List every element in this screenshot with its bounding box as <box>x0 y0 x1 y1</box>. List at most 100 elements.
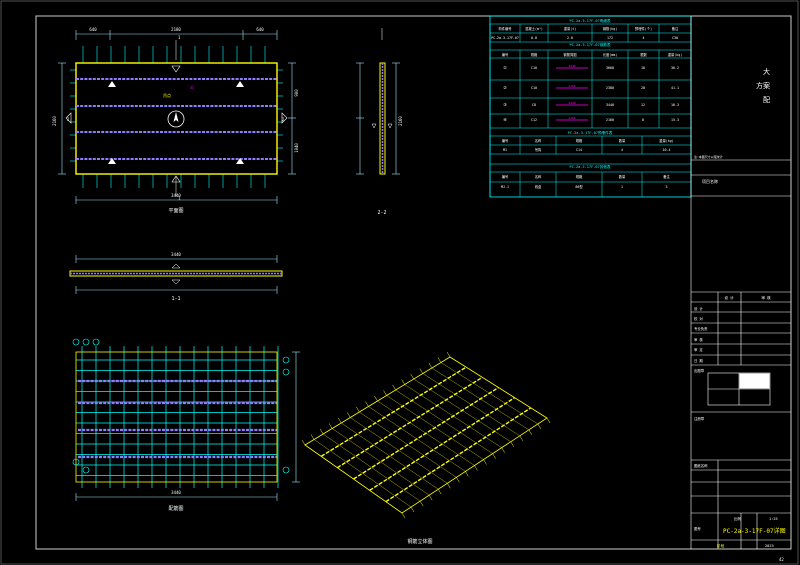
table-cell: 备注 <box>672 26 679 31</box>
iso-stub <box>310 434 315 440</box>
table-cell: 2160 <box>568 116 575 120</box>
rebar-tag-icon <box>92 338 100 346</box>
table-cell: 编号 <box>502 52 509 57</box>
plan-lift-points <box>108 81 244 164</box>
iso-stub <box>546 417 551 424</box>
iso-stub <box>410 373 414 380</box>
section-mark-top: 1 <box>178 35 181 40</box>
rebar-horizontal-bars <box>75 351 278 483</box>
iso-slab-outline <box>304 356 548 514</box>
rebar-tag-icon <box>282 356 290 364</box>
table-cell: C30 <box>672 36 678 40</box>
sheet-no: 2023 <box>765 544 774 548</box>
table-cell: 86型 <box>575 184 583 189</box>
drawing-no-label: 图号 <box>694 526 701 531</box>
table-cell: 规格 <box>576 174 583 179</box>
drawing-name: PC-2a-3-17F-07详图 <box>723 527 786 535</box>
table-cell: 8 <box>642 118 644 122</box>
sheet-inner-border <box>35 15 792 550</box>
rebar-bar <box>385 407 532 503</box>
table-cell: 数量 <box>619 138 626 143</box>
lift-point-icon <box>108 81 116 87</box>
dim-top-mid: 2180 <box>171 27 181 32</box>
iso-stub <box>383 390 387 396</box>
col-left: 设 计 <box>724 295 734 300</box>
table-cell: ③ <box>503 102 507 107</box>
iso-stub <box>510 441 514 447</box>
table-cell: 3 <box>666 185 668 189</box>
table1-title: PC-2a-3-17F-07明细表 <box>569 18 610 23</box>
iso-stub <box>392 384 396 391</box>
plan-view: 640 2180 640 1 1 2 2 ⑤ 吊点 2160 900 1040 … <box>52 27 299 214</box>
section-1-title: 1-1 <box>171 296 180 302</box>
rebar-bar <box>353 386 499 480</box>
table-cell: 重量(kg) <box>668 52 683 57</box>
iso-stub <box>347 412 351 418</box>
rebar-tag-icon <box>82 466 90 474</box>
table-cell: C12 <box>531 118 537 122</box>
rebar-bar <box>313 439 412 508</box>
table-cell: 3440 <box>568 64 575 68</box>
page-corner-number: 42 <box>779 557 784 562</box>
iso-stub <box>438 489 442 495</box>
iso-stub <box>428 495 433 501</box>
tb-row-2: 校 对 <box>694 316 703 321</box>
table-cell: 编号 <box>502 174 509 179</box>
section-2-2-view: 2160 2-2 <box>356 28 403 216</box>
table-cell: 预埋件(个) <box>635 26 652 31</box>
table-cell: 根数 <box>640 52 647 57</box>
table-cell: 2380 <box>606 86 614 90</box>
table-cell: 钢筋(kg) <box>603 26 618 31</box>
section-arrow-icon <box>171 279 181 285</box>
table-cell: MJ-1 <box>501 185 509 189</box>
iso-stub <box>365 401 369 407</box>
dim-rebar-bottom: 3440 <box>171 490 181 495</box>
rebar-bar <box>369 397 516 491</box>
table-cell: 28 <box>641 86 645 90</box>
project-label: 项目名称 <box>702 178 718 184</box>
table-cell: 10.4 <box>663 148 671 152</box>
table-cell: 吊钩 <box>535 147 542 152</box>
iso-stub <box>419 500 424 507</box>
table-cell: 16 <box>641 66 645 70</box>
dim-s1-total: 3440 <box>171 252 181 257</box>
iso-stub <box>328 423 333 429</box>
rebar-tag-icon <box>72 338 80 346</box>
table-cell: 12 <box>641 103 645 107</box>
table-cell: 2160 <box>606 118 614 122</box>
table-cell: 名称 <box>535 138 542 143</box>
cert-label: 注册章 <box>694 416 705 421</box>
table-cell: 规格 <box>576 138 583 143</box>
section-arrow-icon <box>387 123 393 129</box>
table-cell: 线盒 <box>535 184 542 189</box>
section-2-title: 2-2 <box>377 210 386 216</box>
table-cell: C8 <box>532 103 536 107</box>
scale-value: 1:25 <box>769 517 778 521</box>
sheet-title-label: 图纸名称 <box>694 463 708 468</box>
table-cell: 编号 <box>502 138 509 143</box>
table-cell: 钢筋简图 <box>563 52 577 57</box>
tb-row-3: 专业负责 <box>694 326 708 331</box>
iso-title: 钢筋立体图 <box>407 538 432 545</box>
cad-drawing-canvas: 640 2180 640 1 1 2 2 ⑤ 吊点 2160 900 1040 … <box>0 0 799 565</box>
iso-stub <box>437 357 442 363</box>
rebar-tag: ⑤ <box>190 85 194 90</box>
iso-stub <box>401 512 406 519</box>
dim-right-b: 1040 <box>294 143 299 153</box>
table-cell: 172 <box>607 36 613 40</box>
company-char-2: 方案 <box>756 81 770 90</box>
tb-row-5: 审 定 <box>694 347 703 352</box>
iso-stub <box>456 477 460 483</box>
iso-stub <box>501 447 505 453</box>
stamp-fill <box>739 373 770 389</box>
tb-row-4: 审 核 <box>694 337 703 342</box>
table-cell: 数量 <box>619 174 626 179</box>
table-cell: 2.0 <box>567 36 573 40</box>
table-cell: 4 <box>643 36 645 40</box>
dim-s2-total: 2160 <box>398 116 403 126</box>
iso-stub <box>446 351 451 358</box>
table-cell: 3660 <box>606 66 614 70</box>
rebar-plan-outline <box>75 351 278 483</box>
table-cell: 3440 <box>606 103 614 107</box>
dim-top-left: 640 <box>89 27 97 32</box>
